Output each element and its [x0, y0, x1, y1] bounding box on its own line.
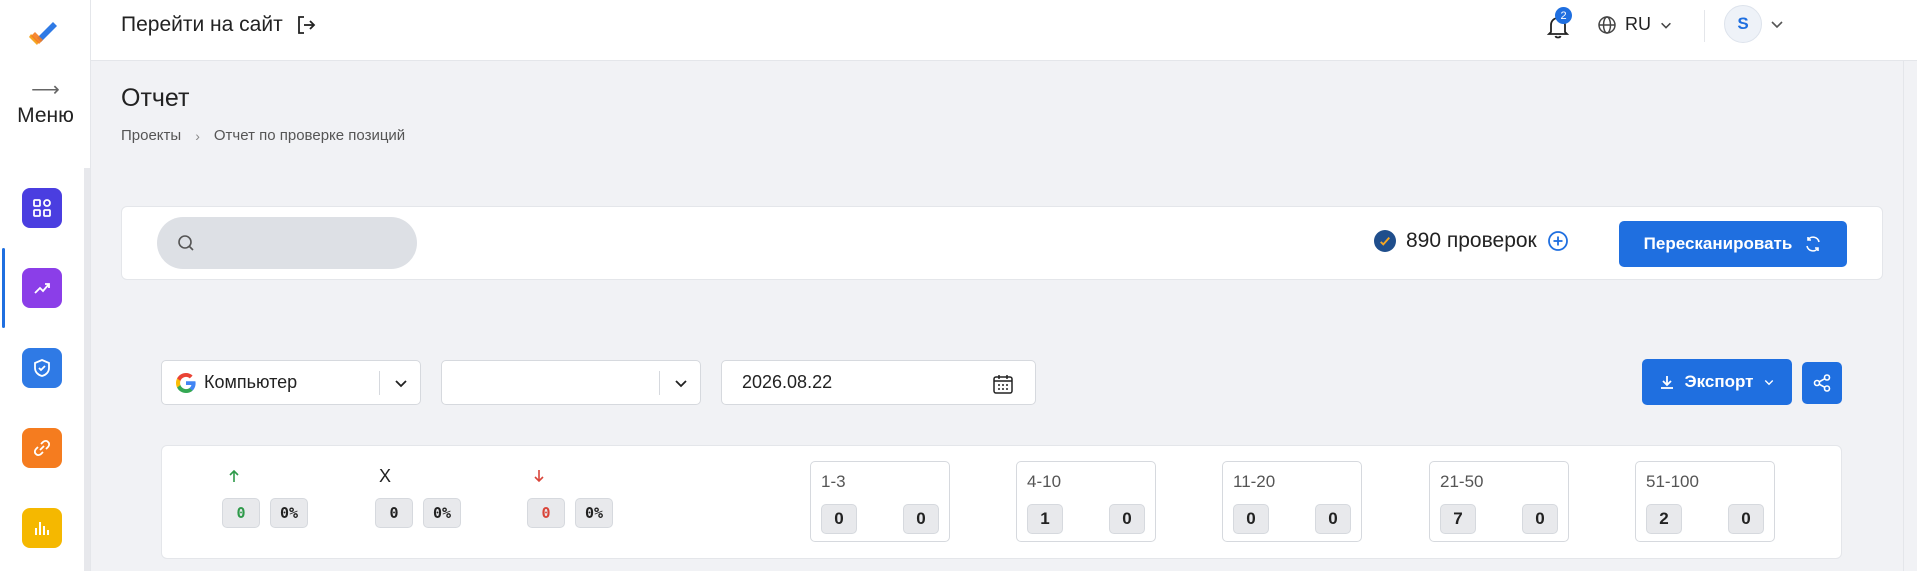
- trend-unchanged-count: 0: [375, 498, 413, 528]
- range-right-value: 0: [1315, 504, 1351, 534]
- avatar[interactable]: S: [1724, 5, 1762, 43]
- chevron-down-icon: [675, 380, 687, 388]
- sidebar-item-links[interactable]: [22, 428, 62, 468]
- range-label: 51-100: [1646, 472, 1699, 491]
- language-label: RU: [1625, 14, 1651, 34]
- shield-icon: [34, 359, 50, 377]
- search-icon: [178, 235, 194, 251]
- checks-balance: 890 проверок: [1374, 229, 1569, 253]
- date-picker[interactable]: 2026.08.22: [721, 360, 1036, 405]
- chevron-down-icon: [1661, 22, 1671, 29]
- range-11-20: 11-20 0 0: [1222, 461, 1362, 542]
- app-logo-icon[interactable]: [27, 18, 59, 48]
- breadcrumb-projects[interactable]: Проекты: [121, 127, 181, 144]
- refresh-icon: [1806, 236, 1821, 252]
- range-right-value: 0: [1522, 504, 1558, 534]
- range-left-value: 7: [1440, 504, 1476, 534]
- arrow-down-icon: [527, 466, 613, 486]
- breadcrumb: Проекты › Отчет по проверке позиций: [121, 127, 405, 144]
- header-divider: [1704, 10, 1705, 42]
- download-icon: [1660, 376, 1673, 389]
- sidebar-item-dashboard[interactable]: [22, 188, 62, 228]
- rescan-button[interactable]: Пересканировать: [1619, 221, 1847, 267]
- checks-coin-icon: [1374, 230, 1396, 252]
- range-1-3: 1-3 0 0: [810, 461, 950, 542]
- search-box[interactable]: [157, 217, 417, 269]
- link-icon: [33, 439, 51, 457]
- range-4-10: 4-10 1 0: [1016, 461, 1156, 542]
- rescan-label: Пересканировать: [1643, 234, 1793, 253]
- chevron-down-icon[interactable]: [1769, 16, 1785, 32]
- menu-label: Меню: [17, 104, 74, 127]
- export-label: Экспорт: [1684, 372, 1754, 391]
- sidebar-item-positions[interactable]: [22, 268, 62, 308]
- sidebar-item-analytics[interactable]: [22, 508, 62, 548]
- google-icon: [176, 372, 196, 393]
- trend-up: 0 0%: [222, 466, 308, 528]
- notification-badge: 2: [1555, 7, 1572, 24]
- trend-unchanged: X 0 0%: [375, 466, 461, 528]
- language-selector[interactable]: RU: [1597, 14, 1673, 35]
- plus-circle-icon[interactable]: [1547, 230, 1569, 252]
- date-value: 2026.08.22: [742, 372, 833, 392]
- range-left-value: 1: [1027, 504, 1063, 534]
- goto-site-link[interactable]: Перейти на сайт: [121, 13, 317, 37]
- chevron-down-icon: [395, 380, 407, 388]
- trend-up-percent: 0%: [270, 498, 308, 528]
- sidebar-scrollbar[interactable]: [84, 168, 90, 571]
- page-title: Отчет: [121, 84, 190, 112]
- active-indicator: [2, 248, 5, 328]
- trend-down-count: 0: [527, 498, 565, 528]
- trend-unchanged-percent: 0%: [423, 498, 461, 528]
- trend-down: 0 0%: [527, 466, 613, 528]
- sidebar-item-security[interactable]: [22, 348, 62, 388]
- range-51-100: 51-100 2 0: [1635, 461, 1775, 542]
- sidebar: ⟶ Меню: [0, 0, 91, 571]
- checks-label: 890 проверок: [1406, 229, 1537, 252]
- export-button[interactable]: Экспорт: [1642, 359, 1792, 405]
- range-right-value: 0: [1109, 504, 1145, 534]
- range-label: 21-50: [1440, 472, 1484, 491]
- trend-unchanged-symbol: X: [379, 465, 392, 486]
- range-right-value: 0: [1728, 504, 1764, 534]
- share-icon: [1813, 374, 1831, 392]
- toolbar-panel: 890 проверок Пересканировать: [121, 206, 1883, 280]
- share-button[interactable]: [1802, 362, 1842, 404]
- calendar-icon: [993, 375, 1013, 394]
- stats-panel: 0 0% X 0 0% 0 0% 1-3 0 0 4-10 1 0 11-20 …: [161, 445, 1842, 559]
- goto-site-label: Перейти на сайт: [121, 13, 283, 36]
- range-label: 1-3: [821, 472, 846, 491]
- range-right-value: 0: [903, 504, 939, 534]
- select-divider: [659, 371, 660, 395]
- grid-icon: [33, 199, 51, 217]
- trend-up-count: 0: [222, 498, 260, 528]
- range-left-value: 0: [1233, 504, 1269, 534]
- device-label: Компьютер: [204, 372, 298, 392]
- range-label: 4-10: [1027, 472, 1062, 491]
- secondary-select[interactable]: [441, 360, 701, 405]
- range-label: 11-20: [1233, 472, 1276, 491]
- page-scrollbar[interactable]: [1903, 61, 1917, 571]
- range-left-value: 2: [1646, 504, 1682, 534]
- arrow-right-icon: ⟶: [31, 79, 60, 101]
- chevron-down-icon: [1765, 380, 1774, 386]
- chevron-right-icon: ›: [195, 127, 200, 144]
- range-21-50: 21-50 7 0: [1429, 461, 1569, 542]
- device-select[interactable]: Компьютер: [161, 360, 421, 405]
- bar-chart-icon: [35, 522, 49, 535]
- trend-up-icon: [34, 283, 50, 294]
- globe-icon: [1598, 15, 1616, 34]
- breadcrumb-current: Отчет по проверке позиций: [213, 127, 406, 144]
- trend-down-percent: 0%: [575, 498, 613, 528]
- logout-icon: [297, 16, 315, 34]
- menu-toggle[interactable]: ⟶ Меню: [0, 80, 91, 128]
- select-divider: [379, 371, 380, 395]
- search-input[interactable]: [205, 234, 395, 252]
- range-left-value: 0: [821, 504, 857, 534]
- arrow-up-icon: [222, 466, 308, 486]
